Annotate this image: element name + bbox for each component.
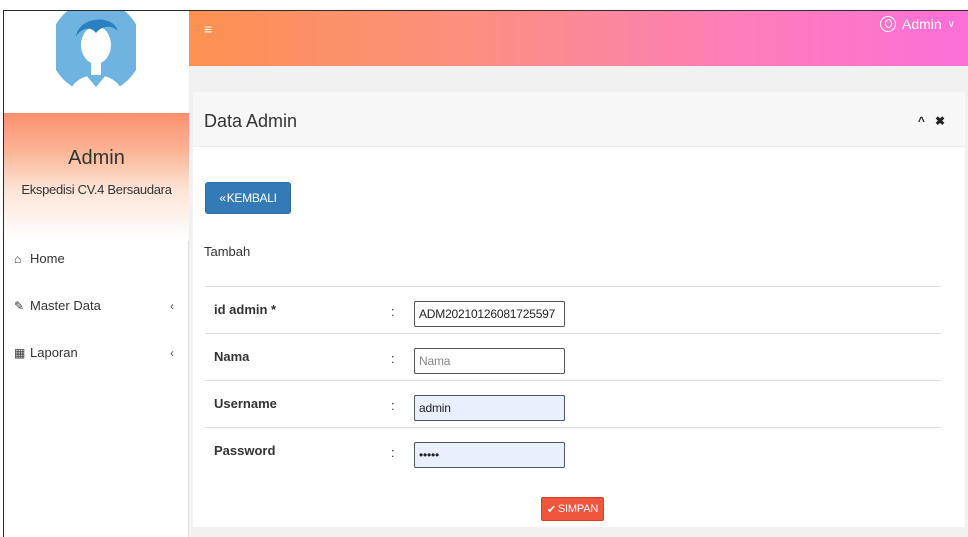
- panel-title: Data Admin: [204, 111, 298, 131]
- sidebar-item-home[interactable]: ⌂ Home: [14, 251, 179, 266]
- sidebar-item-label: Master Data: [30, 298, 101, 313]
- section-label: Tambah: [204, 244, 251, 259]
- field-label: Nama: [214, 349, 250, 364]
- chevron-down-icon: ∨: [947, 18, 955, 30]
- field-label: Username: [214, 396, 277, 411]
- data-admin-panel: Data Admin ^ ✖ « KEMBALI Tambah id admin…: [193, 92, 965, 527]
- nama-field[interactable]: [414, 348, 565, 374]
- top-navbar: ≡ Admin ∨: [189, 11, 968, 66]
- user-menu[interactable]: Admin ∨: [879, 16, 955, 32]
- avatar-area: [4, 11, 189, 113]
- profile-panel: Admin Ekspedisi CV.4 Bersaudara: [4, 113, 189, 241]
- back-button[interactable]: « KEMBALI: [205, 182, 291, 214]
- id-admin-field[interactable]: [414, 301, 565, 327]
- user-menu-label: Admin: [901, 16, 942, 32]
- edit-icon: ✎: [14, 298, 25, 313]
- sidebar-item-label: Home: [30, 251, 65, 266]
- sidebar-item-master-data[interactable]: ✎ Master Data ‹: [14, 298, 179, 313]
- sidebar: Admin Ekspedisi CV.4 Bersaudara ⌂ Home ✎…: [4, 11, 189, 537]
- sidebar-item-laporan[interactable]: ▦ Laporan ‹: [14, 345, 179, 360]
- field-colon: :: [391, 398, 395, 413]
- panel-header: Data Admin ^ ✖: [193, 92, 965, 147]
- form-row-nama: Nama :: [205, 333, 941, 380]
- avatar: [56, 11, 136, 99]
- username-field[interactable]: [414, 395, 565, 421]
- field-label: Password: [214, 443, 276, 458]
- field-colon: :: [391, 304, 395, 319]
- calendar-icon: ▦: [14, 345, 26, 360]
- field-label: id admin *: [214, 302, 277, 317]
- check-icon: ✔: [546, 503, 556, 516]
- save-button-label: SIMPAN: [557, 503, 599, 515]
- field-colon: :: [391, 445, 395, 460]
- save-button[interactable]: ✔ SIMPAN: [541, 497, 604, 521]
- double-chevron-left-icon: «: [219, 191, 226, 205]
- menu-toggle-icon[interactable]: ≡: [204, 21, 212, 37]
- sidebar-item-label: Laporan: [30, 345, 78, 360]
- back-button-label: KEMBALI: [226, 191, 277, 205]
- form-row-password: Password :: [205, 427, 941, 474]
- collapse-icon[interactable]: ^: [918, 114, 925, 128]
- home-icon: ⌂: [14, 251, 22, 266]
- chevron-left-icon: ‹: [170, 298, 174, 313]
- profile-name: Admin: [68, 147, 125, 169]
- panel-tools: ^ ✖: [918, 114, 945, 128]
- field-colon: :: [391, 351, 395, 366]
- close-icon[interactable]: ✖: [935, 114, 945, 128]
- chevron-left-icon: ‹: [170, 345, 174, 360]
- password-field[interactable]: [414, 442, 565, 468]
- form-row-id-admin: id admin * :: [205, 286, 941, 333]
- form-row-username: Username :: [205, 380, 941, 427]
- user-icon: [879, 16, 896, 32]
- profile-subtitle: Ekspedisi CV.4 Bersaudara: [21, 182, 172, 197]
